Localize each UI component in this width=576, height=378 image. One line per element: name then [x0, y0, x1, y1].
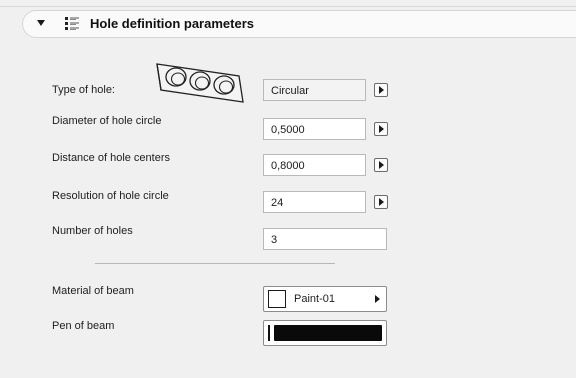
distance-label: Distance of hole centers [52, 152, 171, 164]
collapse-triangle-icon[interactable] [37, 20, 45, 26]
parameter-list-icon [65, 17, 79, 30]
section-header[interactable]: Hole definition parameters [22, 10, 576, 38]
resolution-input[interactable]: 24 [263, 191, 366, 213]
pen-color-swatch [274, 325, 382, 341]
material-label: Material of beam [52, 285, 134, 297]
pen-picker[interactable] [263, 320, 387, 346]
type-of-hole-label: Type of hole: [52, 84, 115, 96]
resolution-arrow-button[interactable] [374, 195, 388, 209]
chevron-right-icon [375, 295, 380, 303]
type-of-hole-arrow-button[interactable] [374, 83, 388, 97]
distance-input[interactable]: 0,8000 [263, 154, 366, 176]
number-of-holes-label: Number of holes [52, 225, 133, 237]
number-of-holes-input[interactable]: 3 [263, 228, 387, 250]
material-picker[interactable]: Paint-01 [263, 286, 387, 312]
resolution-label: Resolution of hole circle [52, 190, 169, 202]
pen-label: Pen of beam [52, 320, 115, 332]
pen-tick-marker [268, 325, 270, 341]
distance-arrow-button[interactable] [374, 158, 388, 172]
material-value: Paint-01 [294, 293, 335, 305]
section-title: Hole definition parameters [90, 16, 254, 31]
diameter-arrow-button[interactable] [374, 122, 388, 136]
diameter-label: Diameter of hole circle [52, 115, 162, 127]
top-divider [0, 6, 576, 7]
type-of-hole-field[interactable]: Circular [263, 79, 366, 101]
material-swatch [268, 290, 286, 308]
separator [95, 263, 335, 264]
diameter-input[interactable]: 0,5000 [263, 118, 366, 140]
hole-preview-image [156, 63, 244, 103]
